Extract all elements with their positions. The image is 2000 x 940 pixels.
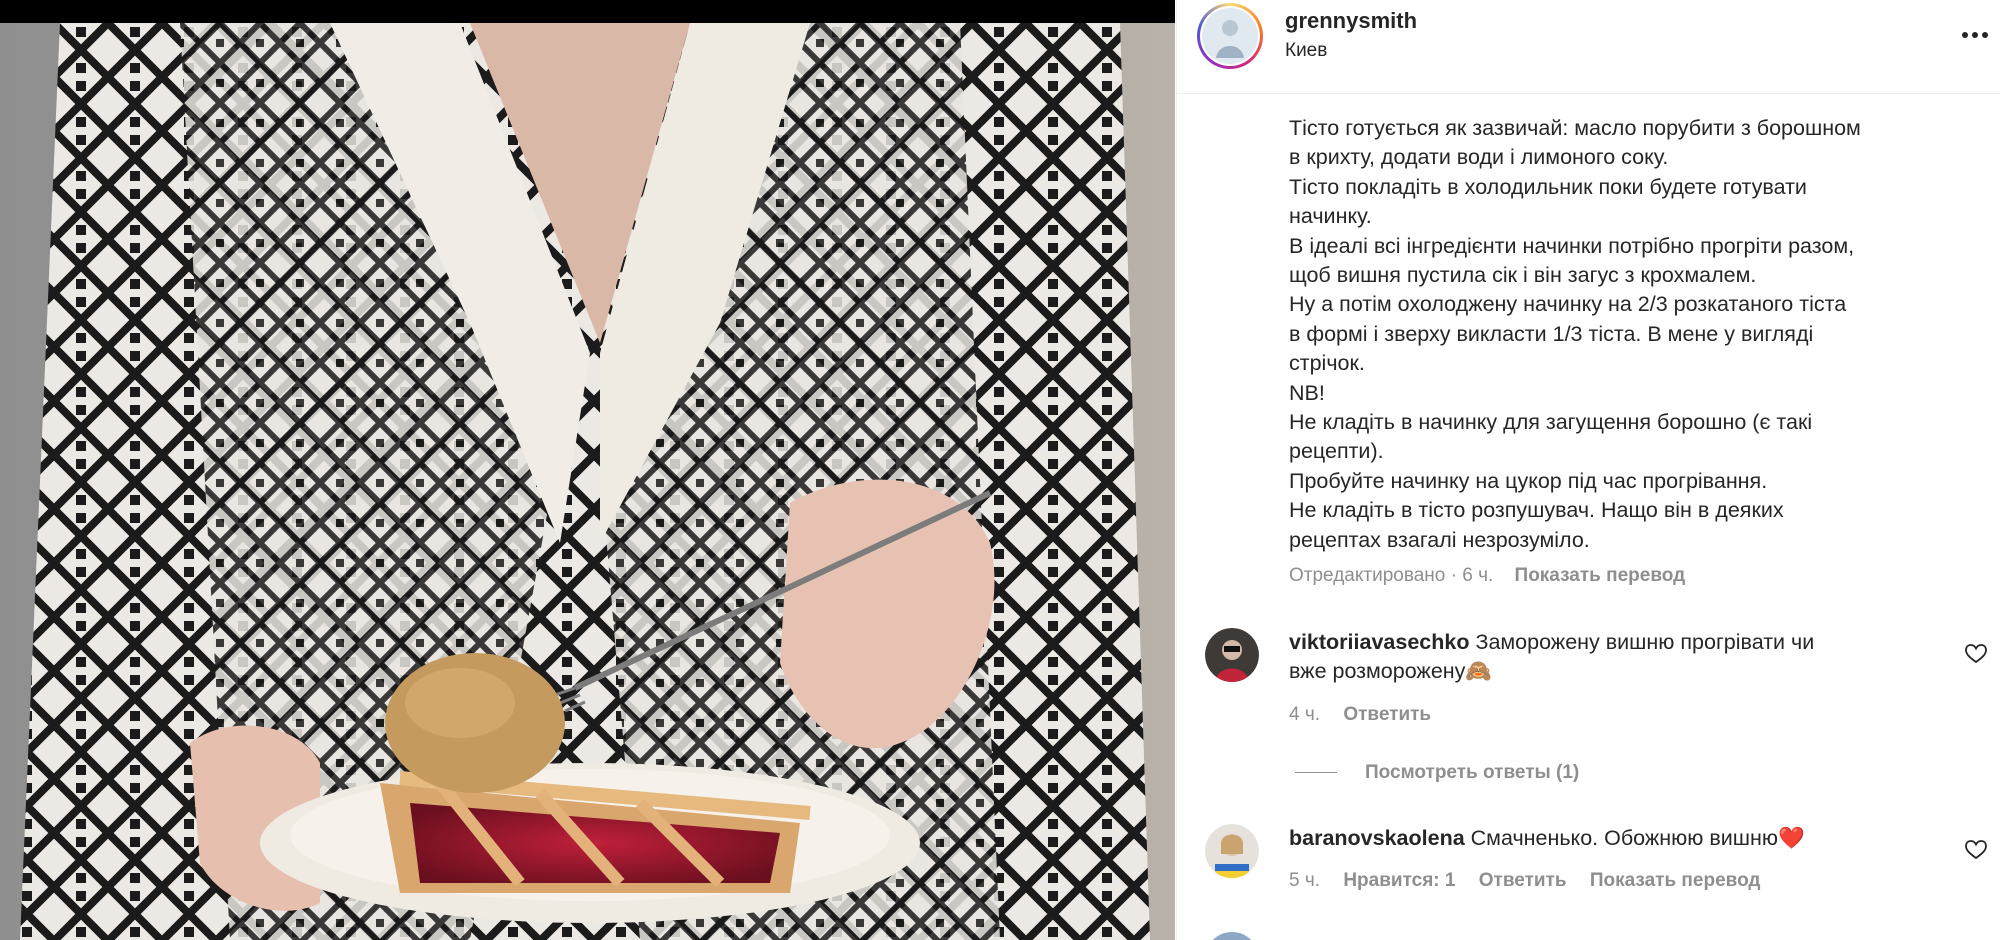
post-image	[0, 23, 1175, 940]
caption-line: В ідеалі всі інгредієнти начинки потрібн…	[1289, 233, 1855, 258]
caption-line: рецепти).	[1289, 439, 1384, 464]
show-translation-link[interactable]: Показать перевод	[1515, 565, 1686, 587]
post-header: grennysmith Киев	[1177, 0, 2000, 94]
caption-line: Ну а потім охолоджену начинку на 2/3 роз…	[1289, 292, 1847, 317]
comment-meta: 5 ч. Нравится: 1 Ответить Показать перев…	[1289, 870, 1779, 892]
comment-text: viktoriiavasechko Заморожену вишню прогр…	[1289, 628, 1889, 687]
caption-line: стрічок.	[1289, 351, 1365, 376]
story-avatar[interactable]	[1197, 3, 1263, 69]
heart-outline-icon[interactable]	[1965, 840, 1987, 860]
caption-line: Тісто готується як зазвичай: масло поруб…	[1289, 116, 1861, 140]
commenter-username[interactable]: viktoriiavasechko	[1289, 630, 1469, 654]
view-replies-link[interactable]: Посмотреть ответы (1)	[1295, 762, 1579, 784]
caption-line: NB!	[1289, 380, 1325, 405]
show-translation-link[interactable]: Показать перевод	[1590, 870, 1761, 892]
comment-text: baranovskaolena Смачненько. Обожнюю вишн…	[1289, 824, 1889, 853]
replies-divider	[1295, 772, 1337, 774]
caption-meta: Отредактировано · 6 ч. Показать перевод	[1289, 565, 1685, 587]
comment-text-line1: Заморожену вишню прогрівати чи	[1475, 630, 1815, 654]
post-panel: grennysmith Киев Тісто готується як зазв…	[1176, 0, 2000, 940]
post-username[interactable]: grennysmith	[1285, 8, 1417, 34]
caption-line: начинку.	[1289, 204, 1372, 229]
edited-timestamp: Отредактировано · 6 ч.	[1289, 565, 1494, 586]
caption-line: Не кладіть в тісто розпушувач. Нащо він …	[1289, 498, 1784, 523]
caption-line: Тісто покладіть в холодильник поки будет…	[1289, 174, 1807, 199]
avatar-image	[1202, 8, 1258, 64]
caption-line: Не кладіть в начинку для загущення борош…	[1289, 410, 1813, 435]
comment-text-line2: вже розморожену🙈	[1289, 659, 1493, 684]
caption-line: рецептах взагалі незрозуміло.	[1289, 527, 1590, 552]
comment-time: 5 ч.	[1289, 870, 1321, 891]
commenter-avatar[interactable]	[1205, 628, 1259, 682]
post-caption: Тісто готується як зазвичай: масло поруб…	[1289, 114, 1969, 555]
caption-line: щоб вишня пустила сік і він загус з крох…	[1289, 263, 1757, 288]
commenter-avatar[interactable]	[1205, 932, 1259, 940]
commenter-avatar[interactable]	[1205, 824, 1259, 878]
comment-time: 4 ч.	[1289, 704, 1321, 725]
post-location[interactable]: Киев	[1285, 40, 1327, 62]
post-photo[interactable]	[0, 0, 1175, 940]
reply-button[interactable]: Ответить	[1479, 870, 1567, 892]
comment-body: Смачненько. Обожнюю вишню❤️	[1470, 826, 1805, 850]
view-replies-label[interactable]: Посмотреть ответы (1)	[1365, 762, 1579, 783]
caption-line: Пробуйте начинку на цукор під час прогрі…	[1289, 468, 1768, 493]
comment-meta: 4 ч. Ответить	[1289, 704, 1449, 726]
more-options-icon[interactable]	[1957, 20, 1993, 50]
caption-line: в формі і зверху викласти 1/3 тіста. В м…	[1289, 321, 1814, 346]
heart-outline-icon[interactable]	[1965, 644, 1987, 664]
likes-count[interactable]: Нравится: 1	[1343, 870, 1455, 892]
caption-line: в крихту, додати води і лимоного соку.	[1289, 145, 1669, 170]
reply-button[interactable]: Ответить	[1343, 704, 1431, 726]
commenter-username[interactable]: baranovskaolena	[1289, 826, 1465, 850]
